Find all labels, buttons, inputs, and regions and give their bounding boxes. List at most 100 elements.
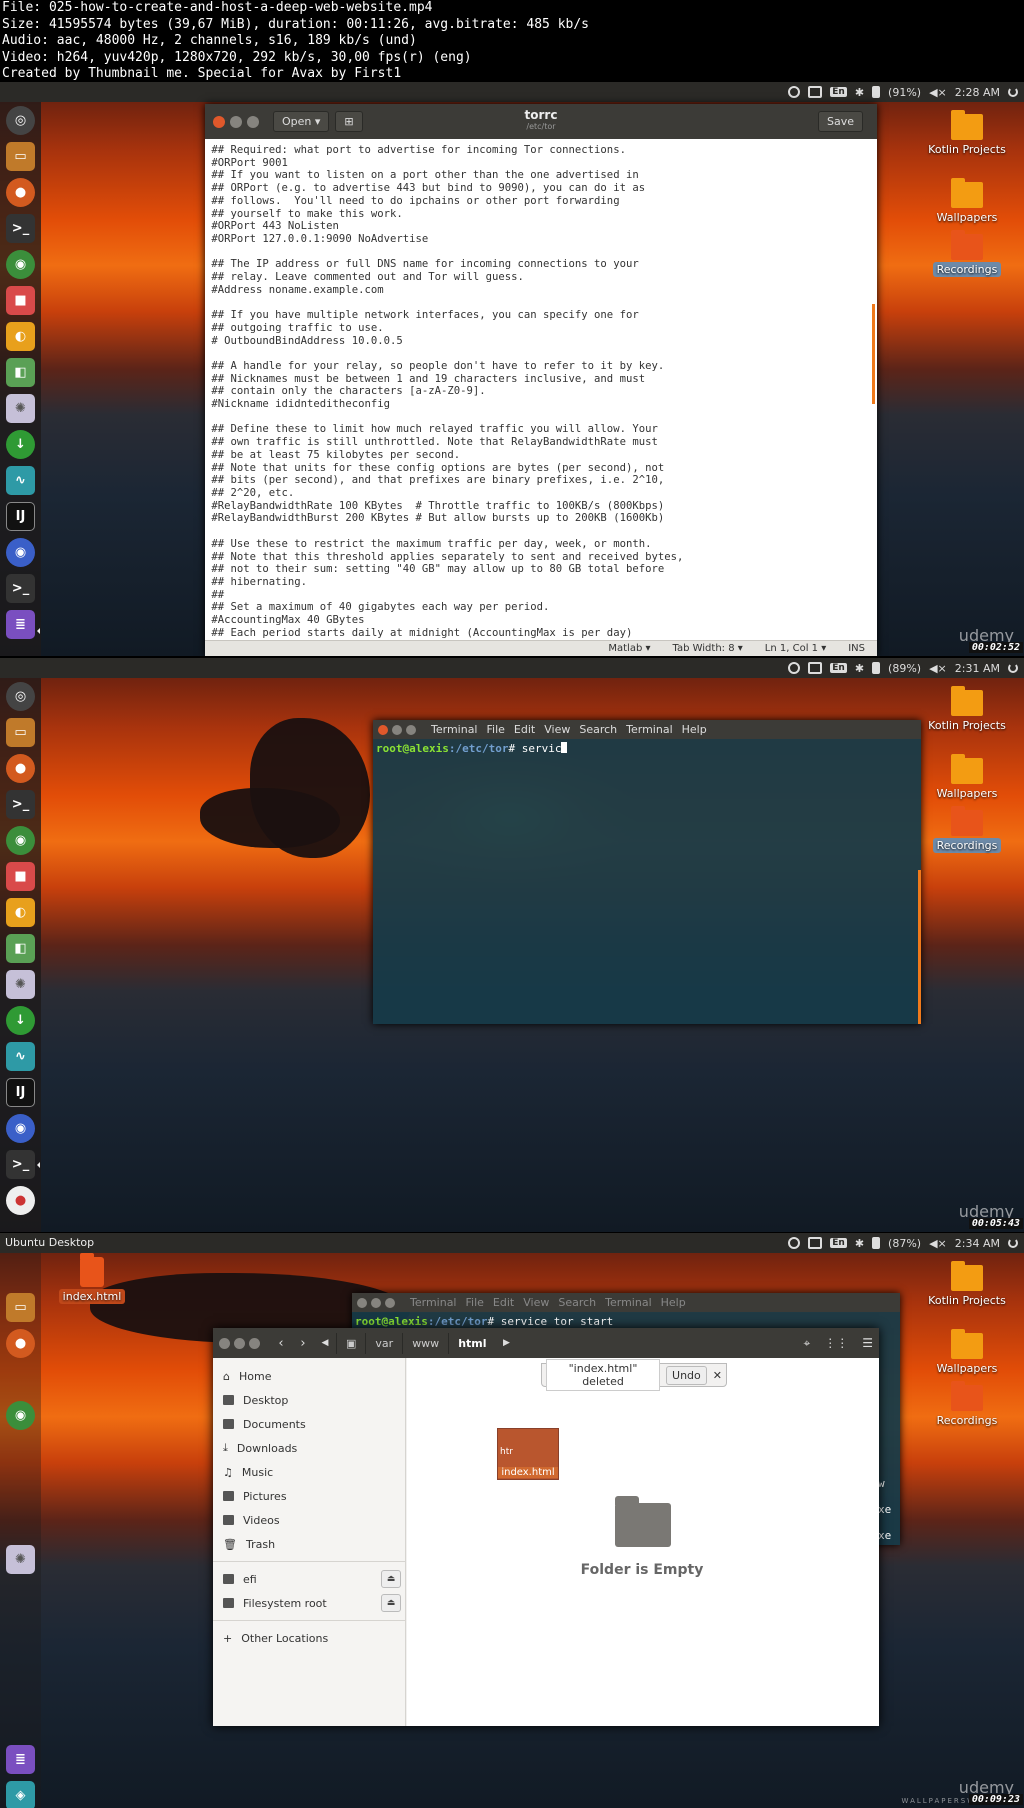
files-icon[interactable]: ▭: [6, 718, 35, 747]
menu-help[interactable]: Help: [661, 1296, 686, 1309]
window-icon[interactable]: [808, 86, 823, 98]
menu-terminal[interactable]: Terminal: [605, 1296, 652, 1309]
chrome-icon[interactable]: ◉: [6, 826, 35, 855]
monitor-icon[interactable]: ∿: [6, 466, 35, 495]
new-tab-button[interactable]: ⊞: [335, 111, 363, 132]
camera-icon[interactable]: [788, 86, 801, 98]
language-selector[interactable]: Matlab ▾: [608, 643, 650, 654]
desktop-icon-wallpapers[interactable]: Wallpapers: [927, 754, 1007, 800]
software-icon[interactable]: ◐: [6, 322, 35, 351]
close-icon[interactable]: ✕: [713, 1369, 722, 1382]
keyboard-layout[interactable]: En: [830, 87, 847, 97]
battery-icon[interactable]: [872, 1237, 881, 1249]
maximize-icon[interactable]: [385, 1297, 395, 1308]
download-icon[interactable]: ↓: [6, 430, 35, 459]
dash-icon[interactable]: ◎: [6, 682, 35, 711]
file-view[interactable]: "index.html" deleted Undo ✕ htr index.ht…: [407, 1358, 879, 1726]
terminal-output[interactable]: root@alexis:/etc/tor# servic: [373, 739, 921, 758]
switch-icon[interactable]: ◧: [6, 358, 35, 387]
app2-icon[interactable]: ●: [6, 1186, 35, 1215]
maximize-icon[interactable]: [247, 115, 259, 128]
volume-icon[interactable]: ◀×: [929, 662, 947, 675]
path-left-icon[interactable]: ◀: [314, 1338, 336, 1348]
save-button[interactable]: Save: [817, 111, 863, 132]
desktop-icon-recordings[interactable]: Recordings: [927, 230, 1007, 277]
clock[interactable]: 2:34 AM: [955, 1237, 1000, 1250]
sidebar-item-desktop[interactable]: Desktop: [213, 1388, 405, 1412]
volume-icon[interactable]: ◀×: [929, 86, 947, 99]
sidebar-item-home[interactable]: ⌂ Home: [213, 1364, 405, 1388]
sidebar-item-trash[interactable]: 🗑 Trash: [213, 1532, 405, 1556]
bluetooth-icon[interactable]: ✱: [855, 662, 864, 675]
sidebar-item-videos[interactable]: Videos: [213, 1508, 405, 1532]
power-icon[interactable]: [1008, 1238, 1018, 1248]
sidebar-item-documents[interactable]: Documents: [213, 1412, 405, 1436]
dragged-file[interactable]: htr index.html: [497, 1428, 559, 1480]
sidebar-item-other-locations[interactable]: + Other Locations: [213, 1626, 405, 1650]
dash-icon[interactable]: ◎: [6, 106, 35, 135]
desktop-icon-wallpapers[interactable]: Wallpapers: [927, 1329, 1007, 1375]
battery-icon[interactable]: [872, 662, 881, 674]
menu-search[interactable]: Search: [579, 723, 617, 736]
download-icon[interactable]: ↓: [6, 1006, 35, 1035]
minimize-icon[interactable]: [392, 724, 402, 735]
scrollbar[interactable]: [918, 870, 921, 1024]
menu-file[interactable]: File: [487, 723, 505, 736]
drive-icon[interactable]: ▣: [336, 1332, 365, 1354]
desktop-icon-kotlin[interactable]: Kotlin Projects: [927, 686, 1007, 732]
files-icon[interactable]: ▭: [6, 142, 35, 171]
atom-icon[interactable]: ✺: [6, 394, 35, 423]
battery-icon[interactable]: [872, 86, 881, 98]
tab-width-selector[interactable]: Tab Width: 8 ▾: [673, 643, 743, 654]
atom-icon[interactable]: ✺: [6, 1545, 35, 1574]
menu-view[interactable]: View: [523, 1296, 549, 1309]
close-icon[interactable]: [219, 1337, 230, 1349]
grid-view-icon[interactable]: ⋮⋮: [824, 1336, 848, 1351]
clock[interactable]: 2:31 AM: [955, 662, 1000, 675]
menu-edit[interactable]: Edit: [514, 723, 535, 736]
menu-edit[interactable]: Edit: [493, 1296, 514, 1309]
desktop-icon-kotlin[interactable]: Kotlin Projects: [927, 110, 1007, 156]
power-icon[interactable]: [1008, 663, 1018, 673]
switch-icon[interactable]: ◧: [6, 934, 35, 963]
terminal-icon[interactable]: >_: [6, 214, 35, 243]
minimize-icon[interactable]: [234, 1337, 245, 1349]
menu-view[interactable]: View: [544, 723, 570, 736]
power-icon[interactable]: [1008, 87, 1018, 97]
undo-button[interactable]: Undo: [666, 1365, 707, 1385]
menu-file[interactable]: File: [466, 1296, 484, 1309]
app-icon[interactable]: ■: [6, 286, 35, 315]
keyboard-layout[interactable]: En: [830, 663, 847, 673]
keyboard-layout[interactable]: En: [830, 1238, 847, 1248]
scrollbar[interactable]: [872, 304, 875, 404]
menu-terminal[interactable]: Terminal: [626, 723, 673, 736]
chrome-icon[interactable]: ◉: [6, 250, 35, 279]
screenshot-icon[interactable]: ◉: [6, 538, 35, 567]
back-icon[interactable]: ‹: [270, 1336, 292, 1351]
desktop-icon-wallpapers[interactable]: Wallpapers: [927, 178, 1007, 224]
forward-icon[interactable]: ›: [292, 1336, 314, 1351]
minimize-icon[interactable]: [230, 115, 242, 128]
atom-icon[interactable]: ✺: [6, 970, 35, 999]
desktop-file-index[interactable]: index.html: [52, 1253, 132, 1304]
breadcrumb-www[interactable]: www: [402, 1332, 448, 1354]
intellij-icon[interactable]: IJ: [6, 502, 35, 531]
desktop-icon-kotlin[interactable]: Kotlin Projects: [927, 1261, 1007, 1307]
menu-search[interactable]: Search: [558, 1296, 596, 1309]
app-icon[interactable]: ◈: [6, 1781, 35, 1808]
firefox-icon[interactable]: ●: [6, 1329, 35, 1358]
terminal-icon[interactable]: >_: [6, 790, 35, 819]
window-icon[interactable]: [808, 1237, 823, 1249]
menu-icon[interactable]: ☰: [862, 1336, 873, 1351]
document-icon[interactable]: ≣: [6, 610, 35, 639]
maximize-icon[interactable]: [249, 1337, 260, 1349]
document-icon[interactable]: ≣: [6, 1745, 35, 1774]
maximize-icon[interactable]: [406, 724, 416, 735]
clock[interactable]: 2:28 AM: [955, 86, 1000, 99]
monitor-icon[interactable]: ∿: [6, 1042, 35, 1071]
path-right-icon[interactable]: ▶: [496, 1338, 518, 1348]
app-icon[interactable]: ■: [6, 862, 35, 891]
eject-icon[interactable]: ⏏: [381, 1594, 401, 1612]
cursor-position[interactable]: Ln 1, Col 1 ▾: [765, 643, 826, 654]
open-button[interactable]: Open ▾: [273, 111, 330, 132]
